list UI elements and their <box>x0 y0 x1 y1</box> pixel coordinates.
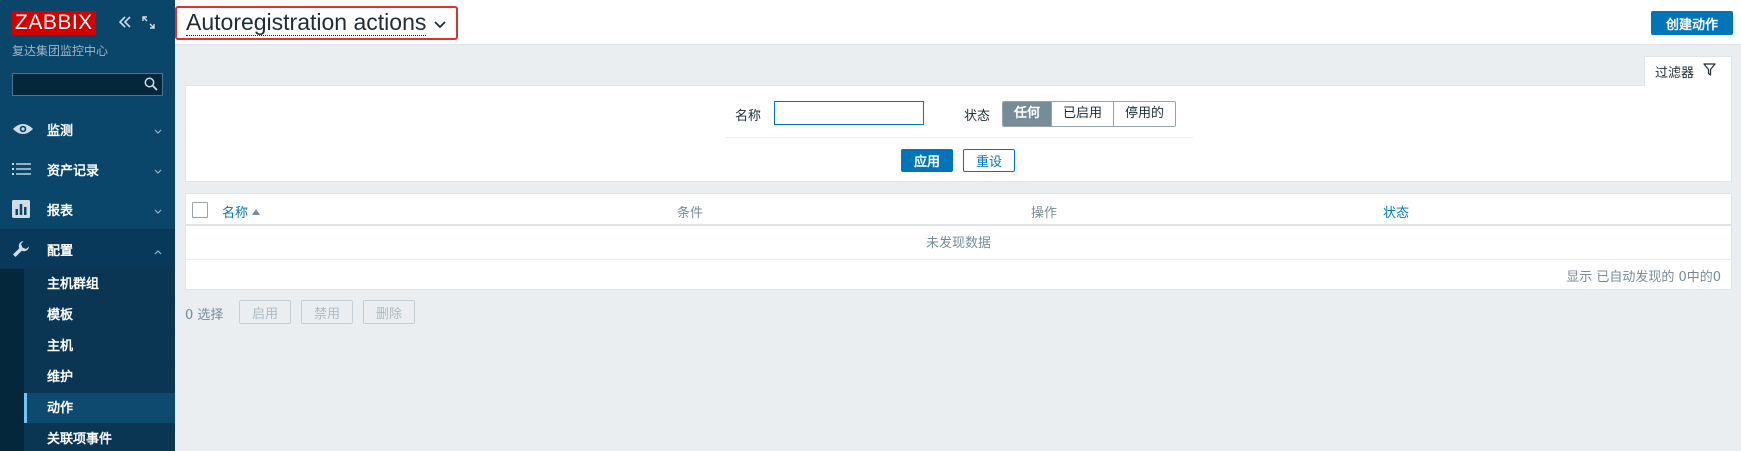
column-header-name[interactable]: 名称 <box>222 202 261 221</box>
column-header-status[interactable]: 状态 <box>1383 202 1409 221</box>
sidebar-item-actions[interactable]: 动作 <box>24 393 175 424</box>
bulk-disable-button[interactable]: 禁用 <box>301 300 353 324</box>
sidebar-item-event-correlation[interactable]: 关联项事件 <box>24 424 175 451</box>
table-header: 名称 条件 操作 状态 <box>186 194 1731 226</box>
sidebar: ZABBIX 复达集团监控中心 监测 资产记录 报表 配置 主机群组 模板 主机… <box>0 0 175 451</box>
menu-label: 监测 <box>47 123 74 139</box>
chevron-up-icon <box>154 244 162 259</box>
filter-tab[interactable]: 过滤器 <box>1644 56 1732 86</box>
list-icon <box>12 159 36 179</box>
actions-table: 名称 条件 操作 状态 未发现数据 显示 已自动发现的 0中的0 <box>185 193 1732 290</box>
chevron-down-icon <box>154 124 162 139</box>
select-all-checkbox[interactable] <box>192 202 208 218</box>
sidebar-search <box>12 73 163 96</box>
column-header-operations: 操作 <box>1031 206 1058 221</box>
filter-tab-label: 过滤器 <box>1655 66 1695 81</box>
eye-icon <box>12 119 36 139</box>
menu-item-inventory[interactable]: 资产记录 <box>0 149 175 189</box>
column-header-label: 名称 <box>222 206 249 221</box>
menu-item-configuration[interactable]: 配置 <box>0 229 175 269</box>
chevron-down-icon <box>154 164 162 179</box>
menu-item-monitoring[interactable]: 监测 <box>0 109 175 149</box>
status-option-any[interactable]: 任何 <box>1003 102 1052 126</box>
page-title-dropdown[interactable]: Autoregistration actions <box>175 6 459 40</box>
selected-count: 0 选择 <box>185 308 224 323</box>
apply-button[interactable]: 应用 <box>901 149 953 172</box>
main-menu: 监测 资产记录 报表 配置 主机群组 模板 主机 维护 动作 关联项事件 <box>0 109 175 451</box>
kiosk-mode-icon[interactable] <box>140 14 156 30</box>
configuration-submenu: 主机群组 模板 主机 维护 动作 关联项事件 <box>0 269 175 451</box>
wrench-icon <box>12 239 36 259</box>
status-segmented-control: 任何 已启用 停用的 <box>1002 101 1177 127</box>
status-filter-label: 状态 <box>964 109 991 124</box>
create-action-button[interactable]: 创建动作 <box>1651 11 1733 35</box>
chevron-down-icon <box>154 204 162 219</box>
collapse-sidebar-icon[interactable] <box>117 14 133 30</box>
column-header-conditions: 条件 <box>677 206 704 221</box>
menu-item-reports[interactable]: 报表 <box>0 189 175 229</box>
sidebar-search-input[interactable] <box>13 74 138 95</box>
search-icon[interactable] <box>144 77 158 95</box>
filter-divider <box>726 137 1193 138</box>
sidebar-item-maintenance[interactable]: 维护 <box>24 362 175 393</box>
menu-label: 报表 <box>47 203 74 219</box>
menu-label: 资产记录 <box>47 163 100 179</box>
server-name: 复达集团监控中心 <box>12 44 109 58</box>
logo-row: ZABBIX <box>12 11 96 35</box>
bulk-delete-button[interactable]: 删除 <box>363 300 415 324</box>
empty-table-message: 未发现数据 <box>186 228 1731 260</box>
status-option-disabled[interactable]: 停用的 <box>1113 102 1176 126</box>
chevron-down-icon <box>434 18 446 33</box>
pagination-summary: 显示 已自动发现的 0中的0 <box>1566 270 1721 285</box>
name-filter-input[interactable] <box>774 101 924 125</box>
sort-ascending-icon <box>252 204 261 219</box>
filter-panel: 名称 状态 任何 已启用 停用的 应用 重设 <box>185 85 1732 182</box>
name-filter-label: 名称 <box>735 109 762 124</box>
bar-chart-icon <box>12 199 36 219</box>
sidebar-item-templates[interactable]: 模板 <box>24 300 175 331</box>
sidebar-item-hosts[interactable]: 主机 <box>24 331 175 362</box>
status-option-enabled[interactable]: 已启用 <box>1051 102 1114 126</box>
reset-button[interactable]: 重设 <box>963 149 1015 172</box>
menu-label: 配置 <box>47 243 74 259</box>
page-title: Autoregistration actions <box>186 9 427 36</box>
bulk-enable-button[interactable]: 启用 <box>239 300 291 324</box>
sidebar-item-host-groups[interactable]: 主机群组 <box>24 269 175 300</box>
zabbix-logo[interactable]: ZABBIX <box>12 11 96 35</box>
filter-icon <box>1703 63 1716 80</box>
